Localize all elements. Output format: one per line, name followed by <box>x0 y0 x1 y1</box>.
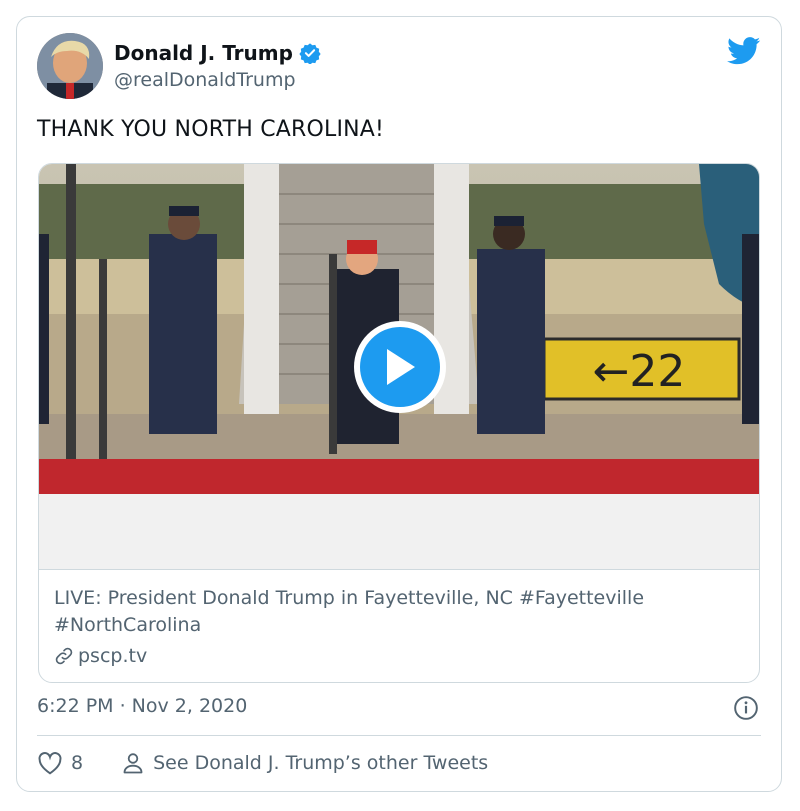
verified-badge-icon <box>299 43 321 64</box>
link-icon <box>55 647 73 665</box>
divider <box>37 735 761 736</box>
play-icon <box>387 349 415 385</box>
video-thumbnail[interactable]: ←22 <box>39 164 759 569</box>
link-domain[interactable]: pscp.tv <box>54 645 147 667</box>
info-icon[interactable] <box>733 695 759 721</box>
author-name[interactable]: Donald J. Trump <box>114 41 293 65</box>
link-domain-text: pscp.tv <box>78 645 148 667</box>
link-title[interactable]: LIVE: President Donald Trump in Fayettev… <box>54 585 744 639</box>
twitter-bird-icon[interactable] <box>727 37 761 65</box>
author-row: Donald J. Trump <box>114 41 321 65</box>
link-info[interactable]: LIVE: President Donald Trump in Fayettev… <box>39 569 759 682</box>
other-tweets-label: See Donald J. Trump’s other Tweets <box>153 752 489 774</box>
like-button[interactable]: 8 <box>37 751 83 775</box>
heart-icon <box>38 752 62 775</box>
like-count: 8 <box>71 752 84 774</box>
tweet-timestamp[interactable]: 6:22 PM · Nov 2, 2020 <box>37 695 247 717</box>
other-tweets-link[interactable]: See Donald J. Trump’s other Tweets <box>121 751 488 775</box>
taxiway-sign-text: ←22 <box>593 346 686 397</box>
person-icon <box>123 753 143 774</box>
play-button-circle <box>360 327 440 407</box>
avatar[interactable] <box>37 33 103 99</box>
tweet-card: Donald J. Trump @realDonaldTrump THANK Y… <box>16 16 782 792</box>
link-card[interactable]: ←22 LIVE: President Donald Trump in Faye… <box>38 163 760 683</box>
tweet-text: THANK YOU NORTH CAROLINA! <box>37 117 385 142</box>
action-bar: 8 See Donald J. Trump’s other Tweets <box>37 751 488 775</box>
author-handle[interactable]: @realDonaldTrump <box>114 69 296 91</box>
play-button[interactable] <box>354 321 446 413</box>
